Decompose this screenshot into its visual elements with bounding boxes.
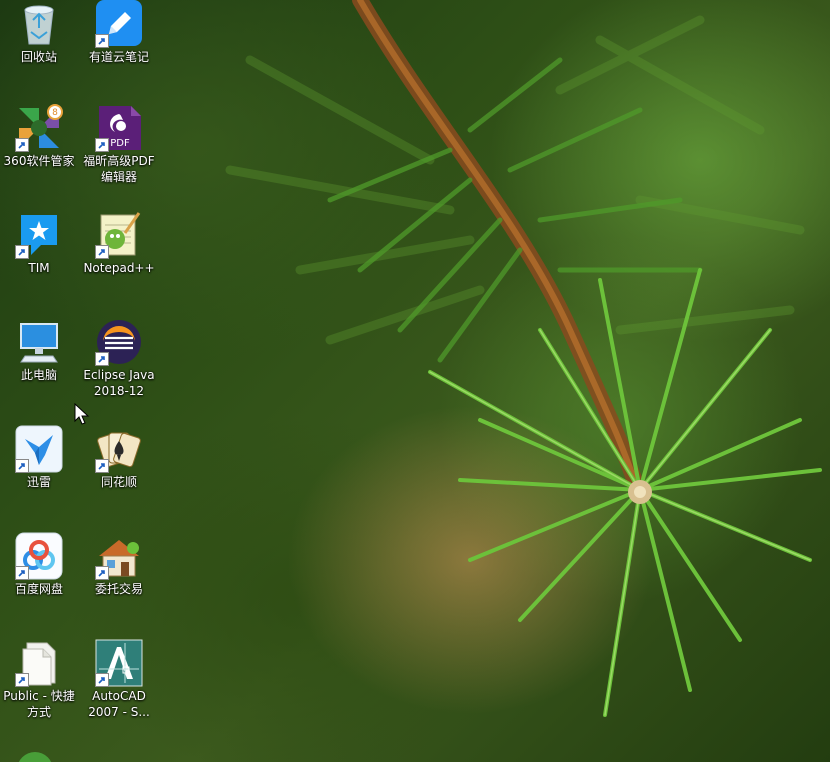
desktop-icon-tim[interactable]: TIM (0, 211, 78, 276)
shortcut-arrow-icon (95, 459, 109, 473)
icon-label: 委托交易 (94, 582, 143, 596)
youdao-note-icon (95, 0, 143, 48)
desktop-icon-grid: 回收站 8 360软件管家 TIM 此电脑 迅雷 百度网盘 Public - 快… (0, 0, 830, 762)
shortcut-arrow-icon (95, 566, 109, 580)
icon-label: 有道云笔记 (88, 50, 149, 64)
desktop-icon-this-pc[interactable]: 此电脑 (0, 318, 78, 383)
tim-icon (15, 211, 63, 259)
icon-label: 同花顺 (100, 475, 137, 489)
icon-label: Notepad++ (83, 261, 155, 275)
xunlei-icon (15, 425, 63, 473)
icon-label: 百度网盘 (14, 582, 63, 596)
desktop-icon-autocad[interactable]: AutoCAD 2007 - S... (80, 639, 158, 720)
foxit-pdf-editor-icon: PDF (95, 104, 143, 152)
icon-label: AutoCAD 2007 - S... (88, 689, 150, 719)
shortcut-arrow-icon (95, 673, 109, 687)
this-pc-icon (15, 318, 63, 366)
shortcut-arrow-icon (95, 138, 109, 152)
baidu-netdisk-icon (15, 532, 63, 580)
desktop-icon-notepad-plus-plus[interactable]: Notepad++ (80, 211, 158, 276)
icon-label: Eclipse Java 2018-12 (83, 368, 155, 398)
svg-text:8: 8 (52, 108, 58, 118)
desktop-icon-360-software-manager[interactable]: 8 360软件管家 (0, 104, 78, 169)
public-folder-shortcut-icon (15, 639, 63, 687)
icon-label: TIM (28, 261, 50, 275)
mouse-pointer-icon (74, 403, 90, 425)
360-software-manager-icon: 8 (15, 104, 63, 152)
desktop-icon-youdao-note[interactable]: 有道云笔记 (80, 0, 158, 65)
desktop-icon-tonghuashun[interactable]: 同花顺 (80, 425, 158, 490)
icon-label: Public - 快捷 方式 (3, 689, 75, 719)
desktop-icon-public-shortcut[interactable]: Public - 快捷 方式 (0, 639, 78, 720)
desktop-icon-recycle-bin[interactable]: 回收站 (0, 0, 78, 65)
icon-label: 迅雷 (26, 475, 51, 489)
recycle-bin-icon (15, 0, 63, 48)
icon-label: 回收站 (20, 50, 57, 64)
icon-label: 福昕高级PDF 编辑器 (83, 154, 155, 184)
tonghuashun-icon (95, 425, 143, 473)
desktop-icon-foxit-pdf-editor[interactable]: PDF 福昕高级PDF 编辑器 (80, 104, 158, 185)
shortcut-arrow-icon (95, 34, 109, 48)
shortcut-arrow-icon (95, 245, 109, 259)
shortcut-arrow-icon (15, 138, 29, 152)
autocad-icon (95, 639, 143, 687)
shortcut-arrow-icon (15, 459, 29, 473)
shortcut-arrow-icon (15, 673, 29, 687)
entrust-trading-icon (95, 532, 143, 580)
desktop-icon-xunlei[interactable]: 迅雷 (0, 425, 78, 490)
notepad-plus-plus-icon (95, 211, 143, 259)
desktop-icon-entrust-trading[interactable]: 委托交易 (80, 532, 158, 597)
shortcut-arrow-icon (15, 245, 29, 259)
desktop-icon-baidu-netdisk[interactable]: 百度网盘 (0, 532, 78, 597)
shortcut-arrow-icon (15, 566, 29, 580)
desktop-icon-eclipse[interactable]: Eclipse Java 2018-12 (80, 318, 158, 399)
svg-text:PDF: PDF (110, 138, 130, 149)
icon-label: 360软件管家 (3, 154, 75, 168)
icon-label: 此电脑 (20, 368, 57, 382)
shortcut-arrow-icon (95, 352, 109, 366)
eclipse-icon (95, 318, 143, 366)
